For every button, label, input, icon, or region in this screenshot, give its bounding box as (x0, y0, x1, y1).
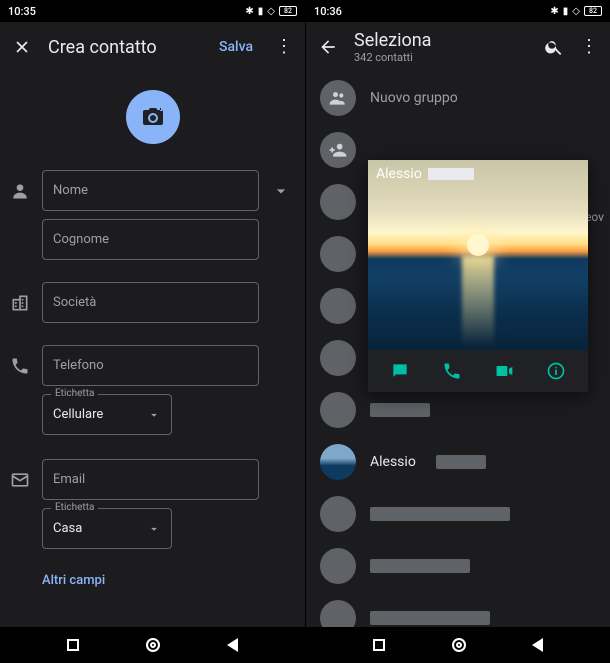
name-field[interactable]: Nome (42, 170, 259, 211)
nav-recent-icon[interactable] (67, 639, 79, 651)
avatar (320, 236, 356, 272)
phone-icon (8, 356, 32, 376)
appbar-select: Seleziona 342 contatti ⋮ (306, 22, 610, 72)
message-icon[interactable] (389, 360, 411, 382)
appbar-title: Crea contatto (48, 37, 203, 58)
status-bar: 10:35 ✱ ▮ ◇ 82 (0, 0, 305, 22)
phone-field[interactable]: Telefono (42, 345, 259, 386)
overflow-menu-icon[interactable]: ⋮ (580, 38, 598, 56)
battery-icon: 82 (584, 6, 602, 16)
wifi-icon: ◇ (267, 6, 275, 17)
info-icon[interactable] (545, 360, 567, 382)
avatar (320, 496, 356, 532)
battery-icon: 82 (279, 6, 297, 16)
add-person-icon (320, 132, 356, 168)
nav-home-icon[interactable] (452, 638, 466, 652)
avatar (320, 340, 356, 376)
nav-bar (306, 627, 610, 663)
email-icon (8, 470, 32, 490)
phone-label-value: Cellulare (53, 407, 103, 422)
appbar-create-contact: Crea contatto Salva ⋮ (0, 22, 305, 72)
call-icon[interactable] (441, 360, 463, 382)
avatar (320, 392, 356, 428)
status-time: 10:35 (8, 5, 36, 18)
phone-label-caption: Etichetta (51, 388, 98, 399)
close-icon[interactable] (12, 37, 32, 57)
status-icons: ✱ ▮ ◇ 82 (245, 6, 297, 17)
list-item[interactable] (306, 592, 610, 627)
status-time: 10:36 (314, 5, 342, 18)
contact-card-name: Alessio (368, 160, 482, 188)
more-fields-button[interactable]: Altri campi (0, 559, 305, 606)
video-icon[interactable] (493, 360, 515, 382)
create-contact-form: Nome Cognome Società Telefono (0, 72, 305, 627)
new-group-row[interactable]: Nuovo gruppo (306, 72, 610, 124)
wifi-icon: ◇ (572, 6, 580, 17)
avatar (320, 600, 356, 627)
nav-home-icon[interactable] (146, 638, 160, 652)
contact-name-redacted (436, 455, 486, 469)
email-field[interactable]: Email (42, 459, 259, 500)
contact-name-redacted (370, 403, 430, 417)
company-icon (8, 293, 32, 313)
contact-name-redacted (370, 507, 510, 521)
contact-photo[interactable]: Alessio (368, 160, 588, 350)
phone-left: 10:35 ✱ ▮ ◇ 82 Crea contatto Salva ⋮ Nom… (0, 0, 305, 663)
email-label-caption: Etichetta (51, 502, 98, 513)
avatar (320, 288, 356, 324)
contact-card-actions (368, 350, 588, 392)
contact-name-redacted (370, 559, 470, 573)
contact-surname-redacted (428, 168, 474, 180)
nav-bar (0, 627, 305, 663)
chevron-down-icon[interactable] (269, 181, 293, 201)
nav-back-icon[interactable] (227, 638, 238, 652)
avatar-zone (0, 72, 305, 166)
contact-list: Nuovo gruppo Geov Alessio (306, 72, 610, 627)
surname-field[interactable]: Cognome (42, 219, 259, 260)
signal-icon: ▮ (563, 6, 569, 17)
phone-right: 10:36 ✱ ▮ ◇ 82 Seleziona 342 contatti ⋮ … (305, 0, 610, 663)
dropdown-icon (147, 522, 161, 536)
bluetooth-icon: ✱ (550, 6, 558, 17)
status-bar: 10:36 ✱ ▮ ◇ 82 (306, 0, 610, 22)
bluetooth-icon: ✱ (245, 6, 253, 17)
appbar-title: Seleziona (354, 30, 528, 51)
sun-decor (467, 234, 489, 256)
reflection-decor (462, 256, 494, 346)
dropdown-icon (147, 408, 161, 422)
avatar (320, 444, 356, 480)
company-field[interactable]: Società (42, 282, 259, 323)
appbar-subtitle: 342 contatti (354, 51, 528, 64)
list-item[interactable] (306, 540, 610, 592)
back-icon[interactable] (318, 37, 338, 57)
contact-quick-card: Alessio (368, 160, 588, 392)
email-label-select[interactable]: Etichetta Casa (42, 508, 172, 549)
person-icon (8, 181, 32, 201)
status-icons: ✱ ▮ ◇ 82 (550, 6, 602, 17)
phone-label-select[interactable]: Etichetta Cellulare (42, 394, 172, 435)
nav-recent-icon[interactable] (373, 639, 385, 651)
signal-icon: ▮ (258, 6, 264, 17)
email-label-value: Casa (53, 521, 82, 536)
overflow-menu-icon[interactable]: ⋮ (275, 38, 293, 56)
contact-name-redacted (370, 611, 490, 625)
avatar (320, 184, 356, 220)
new-group-label: Nuovo gruppo (370, 90, 458, 106)
list-item[interactable] (306, 488, 610, 540)
avatar (320, 548, 356, 584)
search-icon[interactable] (544, 37, 564, 57)
group-icon (320, 80, 356, 116)
nav-back-icon[interactable] (532, 638, 543, 652)
add-photo-button[interactable] (126, 90, 180, 144)
save-button[interactable]: Salva (219, 39, 253, 55)
list-item-alessio[interactable]: Alessio (306, 436, 610, 488)
contact-name: Alessio (370, 454, 416, 470)
